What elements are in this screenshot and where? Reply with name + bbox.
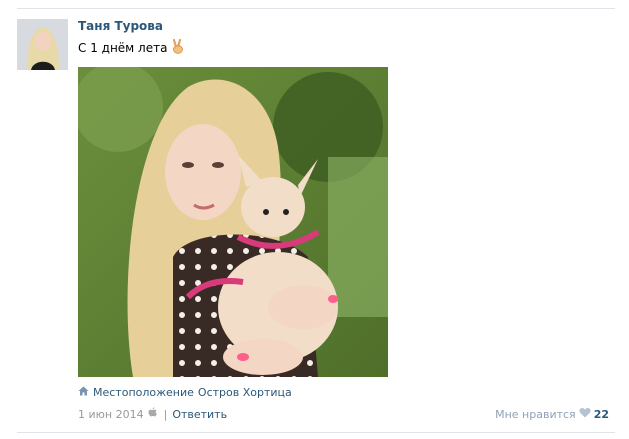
- bottom-separator: [17, 432, 615, 433]
- avatar-image: [17, 19, 68, 70]
- likes-count: 22: [593, 407, 609, 421]
- reply-link[interactable]: Ответить: [172, 408, 227, 421]
- post-photo[interactable]: [78, 67, 388, 377]
- photo-image: [78, 67, 388, 377]
- avatar[interactable]: [17, 19, 68, 70]
- location-label: Местоположение: [93, 386, 194, 399]
- status-text: С 1 днём лета: [78, 41, 168, 55]
- top-separator: [17, 8, 615, 9]
- likes-label: Мне нравится: [495, 407, 576, 421]
- heart-icon: [579, 407, 591, 421]
- victory-hand-icon: [171, 38, 185, 57]
- post-date[interactable]: 1 июн 2014: [78, 408, 144, 421]
- home-icon: [78, 386, 89, 399]
- author-name-link[interactable]: Таня Турова: [78, 19, 163, 33]
- meta-divider: |: [163, 407, 168, 421]
- post-meta: 1 июн 2014 | Ответить: [78, 407, 227, 421]
- location-name-link[interactable]: Остров Хортица: [198, 386, 292, 399]
- location-line: Местоположение Остров Хортица: [78, 386, 292, 399]
- post-text: С 1 днём лета: [78, 38, 185, 57]
- apple-icon: [148, 407, 157, 421]
- like-button[interactable]: Мне нравится 22: [495, 407, 609, 421]
